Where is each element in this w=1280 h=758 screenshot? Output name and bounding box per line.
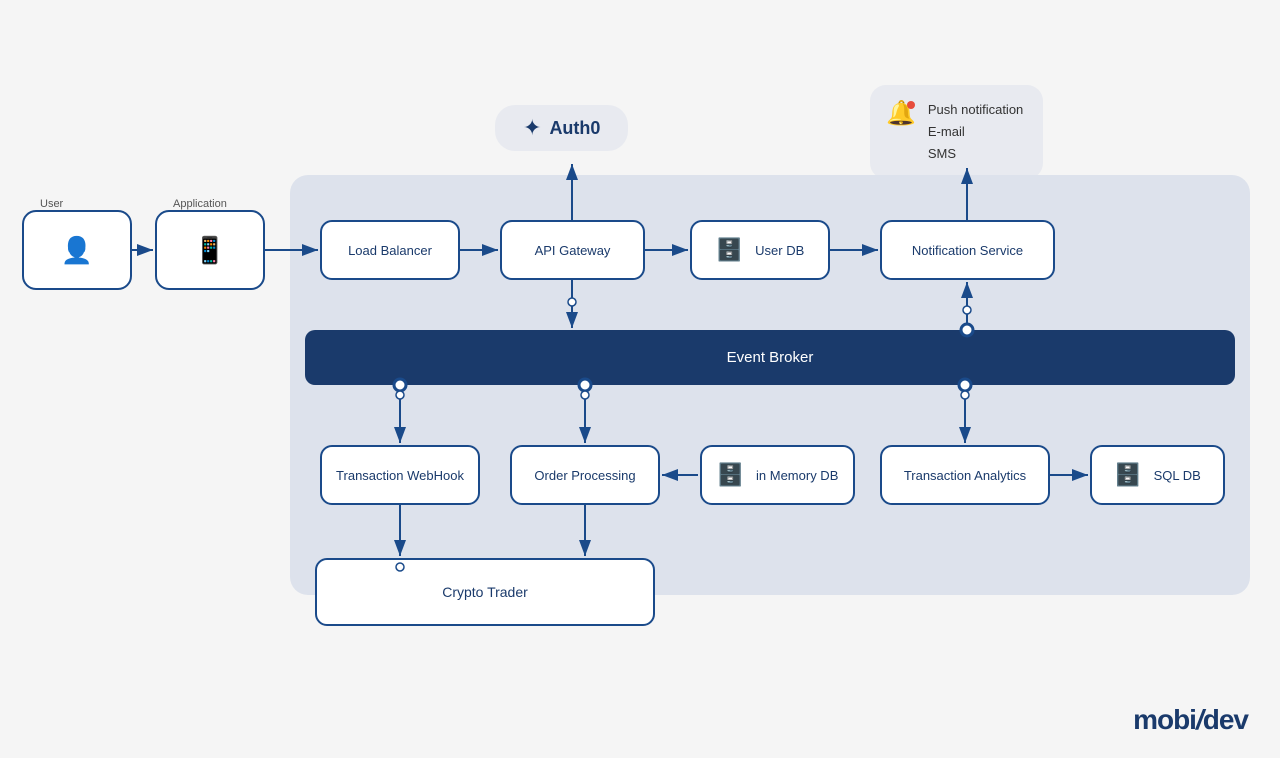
- sql-db-label: SQL DB: [1154, 468, 1201, 483]
- load-balancer-box: Load Balancer: [320, 220, 460, 280]
- crypto-trader-label: Crypto Trader: [442, 584, 528, 600]
- bell-dot: [907, 101, 915, 109]
- in-memory-db-box: 🗄️ in Memory DB: [700, 445, 855, 505]
- order-processing-label: Order Processing: [534, 468, 635, 483]
- user-db-box: 🗄️ User DB: [690, 220, 830, 280]
- notification-details: Push notification E-mail SMS: [928, 99, 1023, 165]
- user-db-icon: 🗄️: [716, 237, 743, 263]
- sql-db-icon: 🗄️: [1114, 462, 1141, 488]
- user-db-content: 🗄️ User DB: [716, 237, 805, 263]
- logo-slash: /: [1196, 704, 1203, 735]
- transaction-analytics-box: Transaction Analytics: [880, 445, 1050, 505]
- auth0-label: Auth0: [549, 118, 600, 139]
- event-broker-bar: Event Broker: [305, 330, 1235, 385]
- event-broker-label: Event Broker: [727, 349, 814, 366]
- auth0-box: ✦ Auth0: [495, 105, 628, 151]
- user-label: User: [36, 198, 67, 210]
- mobile-icon: 📱: [194, 235, 226, 266]
- notification-info-box: 🔔 Push notification E-mail SMS: [870, 85, 1043, 179]
- auth0-star-icon: ✦: [523, 115, 541, 141]
- push-notification-text: Push notification: [928, 99, 1023, 121]
- order-processing-box: Order Processing: [510, 445, 660, 505]
- sql-db-box: 🗄️ SQL DB: [1090, 445, 1225, 505]
- bell-icon: 🔔: [886, 99, 916, 128]
- notification-service-box: Notification Service: [880, 220, 1055, 280]
- user-db-label: User DB: [755, 243, 804, 258]
- user-box: User 👤: [22, 210, 132, 290]
- in-memory-db-label: in Memory DB: [756, 468, 838, 483]
- application-label: Application: [169, 198, 231, 210]
- application-box: Application 📱: [155, 210, 265, 290]
- diagram-area: ✦ Auth0 🔔 Push notification E-mail SMS U…: [0, 0, 1280, 758]
- transaction-webhook-box: Transaction WebHook: [320, 445, 480, 505]
- transaction-webhook-label: Transaction WebHook: [336, 468, 464, 483]
- notification-service-label: Notification Service: [912, 243, 1023, 258]
- mobidev-logo: mobi/dev: [1133, 704, 1248, 736]
- email-text: E-mail: [928, 121, 1023, 143]
- load-balancer-label: Load Balancer: [348, 243, 432, 258]
- crypto-trader-box: Crypto Trader: [315, 558, 655, 626]
- api-gateway-box: API Gateway: [500, 220, 645, 280]
- logo-text: mobi/dev: [1133, 704, 1248, 735]
- in-memory-db-content: 🗄️ in Memory DB: [717, 462, 839, 488]
- sql-db-content: 🗄️ SQL DB: [1114, 462, 1201, 488]
- in-memory-db-icon: 🗄️: [717, 462, 744, 488]
- sms-text: SMS: [928, 143, 1023, 165]
- transaction-analytics-label: Transaction Analytics: [904, 468, 1026, 483]
- api-gateway-label: API Gateway: [535, 243, 611, 258]
- user-icon: 👤: [61, 235, 93, 266]
